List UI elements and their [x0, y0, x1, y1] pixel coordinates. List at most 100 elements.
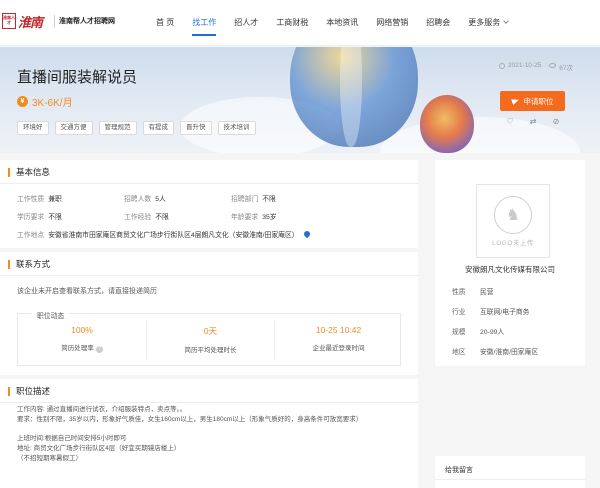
job-tag: 交通方便 — [54, 121, 93, 135]
message-card: 给我留言 — [435, 456, 585, 488]
field-headcount: 招聘人数 5人 — [124, 193, 166, 203]
field-value: 不限 — [262, 196, 276, 203]
section-title: 职位描述 — [8, 387, 50, 396]
job-tag: 环境好 — [17, 121, 49, 135]
desc-line: 工作内容: 通过直播间进行试衣，介绍服装特点，卖点等。。 — [17, 406, 187, 413]
field-value: 安徽省淮南市田家庵区商贸文化广场步行街队区4层朗凡文化（安徽淮南/田家庵区） — [48, 232, 299, 239]
nav-more-label: 更多服务 — [468, 18, 501, 27]
location-pin-icon[interactable] — [302, 229, 311, 239]
logo-slogan: 淮南帮人才招聘网 — [59, 18, 115, 25]
nav-home[interactable]: 首 页 — [156, 0, 174, 46]
logo-mark: 淮南人才 淮南 — [2, 10, 50, 32]
section-title: 联系方式 — [8, 260, 50, 269]
field-value: 民营 — [480, 289, 494, 296]
field-value: 兼职 — [48, 196, 62, 203]
company-logo-placeholder[interactable]: ♞ LOGO未上传 — [476, 184, 550, 258]
logo-divider — [54, 15, 55, 27]
stat-value: 0天 — [203, 326, 218, 336]
field-label: 规模 — [452, 329, 466, 336]
clock-icon — [499, 63, 505, 69]
section-title: 基本信息 — [8, 168, 50, 177]
company-name[interactable]: 安徽朗凡文化传媒有限公司 — [435, 264, 585, 275]
salary-text: 3K-6K/月 — [32, 98, 73, 109]
field-label: 工作性质 — [17, 196, 45, 203]
divider — [0, 402, 418, 403]
company-nature: 性质 民营 — [452, 286, 494, 296]
stat-label-text: 简历处理率 — [61, 345, 94, 352]
field-value: 5人 — [155, 196, 166, 203]
job-tag: 管理规范 — [98, 121, 137, 135]
desc-line: （不招短期寒暑假工） — [17, 454, 82, 462]
job-tag: 有提成 — [142, 121, 174, 135]
balloon-decoration-small — [420, 95, 474, 153]
field-label: 行业 — [452, 309, 466, 316]
apply-button[interactable]: 申请职位 — [500, 91, 565, 111]
field-value: 35岁 — [262, 214, 277, 221]
field-value: 20-99人 — [480, 329, 505, 336]
stats-label: 职位动态 — [32, 310, 70, 320]
apply-label: 申请职位 — [523, 96, 554, 106]
main-nav: 首 页 找工作 招人才 工商财税 本地资讯 网络营销 招聘会 更多服务 — [156, 0, 526, 46]
field-label: 年龄要求 — [231, 214, 259, 221]
divider — [0, 183, 418, 184]
job-title: 直播间服装解说员 — [17, 69, 138, 86]
field-age: 年龄要求 35岁 — [231, 211, 277, 221]
nav-business-tax[interactable]: 工商财税 — [276, 0, 308, 46]
field-label: 学历要求 — [17, 214, 45, 221]
share-icon[interactable]: ⇄ — [529, 118, 537, 126]
nav-recruit[interactable]: 招人才 — [234, 0, 258, 46]
desc-line: 上班时间:根据自己时间安排5小时即可 — [17, 435, 127, 443]
field-education: 学历要求 不限 — [17, 211, 62, 221]
company-sidebar: ♞ LOGO未上传 安徽朗凡文化传媒有限公司 性质 民营 行业 互联网/电子商务 规… — [425, 160, 600, 488]
job-actions: ♡ ⇄ ⊘ — [506, 118, 575, 126]
field-job-type: 工作性质 兼职 — [17, 193, 62, 203]
nav-more-services[interactable]: 更多服务 — [468, 0, 510, 46]
field-value: 不限 — [155, 214, 169, 221]
desc-line: 地址: 商贸文化广场步行街队区4层（好宜买期镜店楼上） — [17, 445, 181, 453]
field-label: 招聘部门 — [231, 196, 259, 203]
favorite-icon[interactable]: ♡ — [506, 118, 514, 126]
company-card: ♞ LOGO未上传 安徽朗凡文化传媒有限公司 性质 民营 行业 互联网/电子商务 规… — [435, 160, 585, 366]
logo-calligraphy: 淮南 — [18, 15, 43, 31]
logo-placeholder-text: LOGO未上传 — [492, 239, 534, 247]
stat-value: 100% — [71, 325, 93, 335]
company-size: 规模 20-99人 — [452, 326, 504, 336]
field-work-address: 工作地点 安徽省淮南市田家庵区商贸文化广场步行街队区4层朗凡文化（安徽淮南/田家庵… — [17, 229, 311, 239]
job-salary: ¥ 3K-6K/月 — [17, 94, 73, 109]
yen-icon: ¥ — [17, 96, 28, 107]
job-stats-box: 职位动态 100% 简历处理率? 0天 简历平均处理时长 10-25 10:42… — [17, 310, 402, 366]
help-icon[interactable]: ? — [95, 346, 103, 353]
stat-label: 企业最近登录时间 — [312, 345, 365, 352]
send-icon — [510, 96, 520, 106]
divider — [435, 479, 585, 480]
eye-icon — [549, 63, 557, 68]
logo-seal: 淮南人才 — [2, 13, 16, 29]
chevron-down-icon — [503, 18, 510, 24]
field-label: 地区 — [452, 349, 466, 356]
field-experience: 工作经验 不限 — [124, 211, 169, 221]
desc-line — [17, 425, 412, 435]
field-value: 安徽/淮南/田家庵区 — [480, 349, 539, 356]
job-tag: 技术培训 — [217, 121, 256, 135]
stat-label: 简历处理率? — [18, 342, 146, 353]
field-label: 性质 — [452, 289, 466, 296]
post-date: 2021-10-25 — [508, 62, 542, 69]
job-description-text: 工作内容: 通过直播间进行试衣，介绍服装特点，卖点等。。 要求：性别不限，35岁… — [17, 405, 412, 464]
site-header: 淮南人才 淮南 淮南帮人才招聘网 首 页 找工作 招人才 工商财税 本地资讯 网… — [0, 0, 600, 46]
field-value: 不限 — [48, 214, 62, 221]
message-title: 给我留言 — [445, 467, 473, 474]
nav-local-news[interactable]: 本地资讯 — [326, 0, 358, 46]
nav-find-job[interactable]: 找工作 — [192, 0, 217, 46]
nav-job-fair[interactable]: 招聘会 — [426, 0, 450, 46]
stat-last-login: 10-25 10:42 企业最近登录时间 — [274, 321, 402, 359]
site-logo[interactable]: 淮南人才 淮南 淮南帮人才招聘网 — [2, 10, 115, 32]
field-label: 工作地点 — [17, 232, 45, 239]
stat-avg-handle-time: 0天 简历平均处理时长 — [146, 321, 274, 359]
job-tag: 晋升快 — [180, 121, 212, 135]
nav-online-marketing[interactable]: 网络营销 — [376, 0, 408, 46]
stat-value: 10-25 10:42 — [315, 325, 362, 335]
company-region: 地区 安徽/淮南/田家庵区 — [452, 346, 538, 356]
field-department: 招聘部门 不限 — [231, 193, 276, 203]
field-label: 招聘人数 — [124, 196, 152, 203]
report-icon[interactable]: ⊘ — [552, 118, 560, 126]
